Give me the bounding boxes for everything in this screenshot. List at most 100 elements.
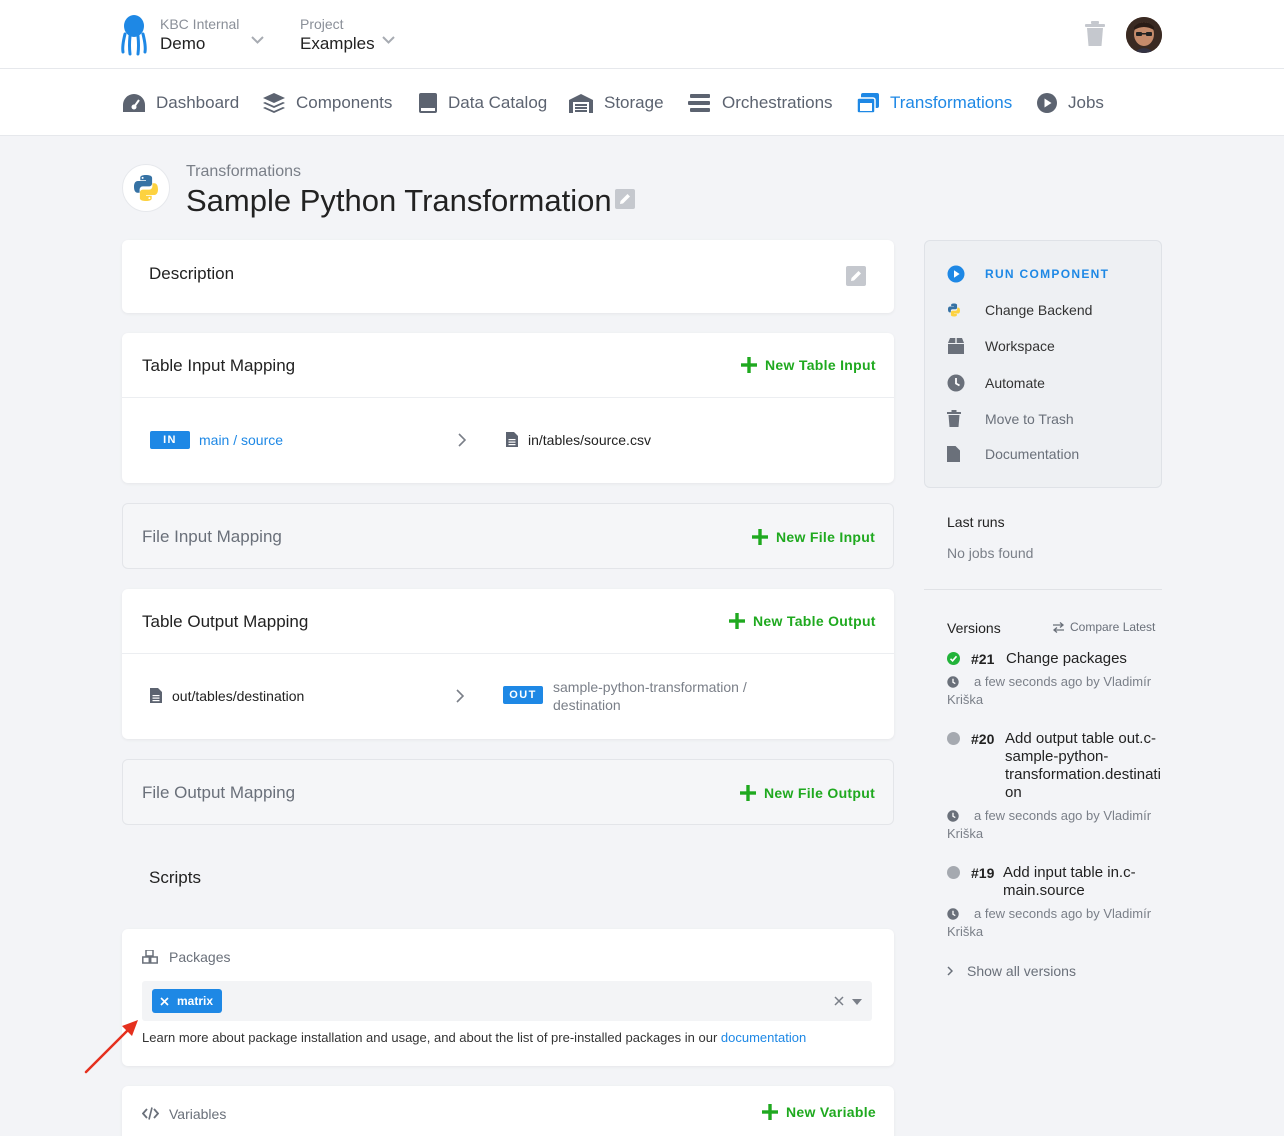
output-destination[interactable]: sample-python-transformation / destinati… <box>553 678 747 714</box>
documentation-link[interactable]: documentation <box>721 1030 806 1045</box>
version-meta-line: a few seconds ago by Vladimír <box>974 906 1151 921</box>
new-table-input-label: New Table Input <box>765 357 876 373</box>
python-icon <box>132 174 160 202</box>
plus-icon <box>729 613 745 629</box>
move-to-trash-label: Move to Trash <box>985 411 1074 427</box>
python-icon <box>947 303 961 317</box>
version-number[interactable]: #21 <box>971 651 994 667</box>
table-input-title: Table Input Mapping <box>142 356 295 376</box>
run-component-button[interactable]: RUN COMPONENT <box>947 265 1109 283</box>
out-badge: OUT <box>503 686 543 704</box>
variables-card: Variables New Variable <box>122 1086 894 1136</box>
file-input-title: File Input Mapping <box>142 527 282 547</box>
plus-icon <box>752 529 768 545</box>
nav-components[interactable]: Components <box>262 91 392 115</box>
version-message-line: Add output table out.c- <box>1005 730 1161 748</box>
exchange-icon <box>1052 622 1065 633</box>
input-destination[interactable]: in/tables/source.csv <box>528 432 651 448</box>
version-message-line: Add input table in.c- <box>1003 864 1136 882</box>
packages-help-text: Learn more about package installation an… <box>142 1030 717 1045</box>
new-table-output-label: New Table Output <box>753 613 876 629</box>
nav-label: Components <box>296 93 392 113</box>
chevron-right-icon <box>947 966 953 976</box>
breadcrumb[interactable]: Transformations <box>186 163 301 181</box>
input-source-link[interactable]: main / source <box>199 432 283 448</box>
version-message-line: Change packages <box>1006 650 1127 668</box>
divider <box>924 589 1162 590</box>
nav-jobs[interactable]: Jobs <box>1036 91 1104 115</box>
chevron-down-icon <box>251 36 264 44</box>
version-message-line: main.source <box>1003 882 1136 900</box>
packages-card: Packages matrix Learn more about package… <box>122 929 894 1066</box>
new-file-output-label: New File Output <box>764 785 875 801</box>
trash-icon[interactable] <box>1084 21 1106 47</box>
divider <box>122 653 894 654</box>
version-message-line: on <box>1005 784 1161 802</box>
plus-icon <box>762 1104 778 1120</box>
main-navigation: Dashboard Components Data Catalog Storag… <box>0 69 1284 136</box>
file-icon <box>150 688 162 703</box>
play-circle-icon <box>1036 92 1058 114</box>
cubes-icon <box>142 950 158 964</box>
nav-storage[interactable]: Storage <box>568 91 664 115</box>
output-destination-line: destination <box>553 696 747 714</box>
version-meta: a few seconds ago by Vladimír Kriška <box>947 673 1162 709</box>
output-source[interactable]: out/tables/destination <box>172 688 304 704</box>
version-number[interactable]: #20 <box>971 731 994 747</box>
automate-button[interactable]: Automate <box>947 374 1045 392</box>
change-backend-label: Change Backend <box>985 302 1092 318</box>
edit-icon[interactable] <box>615 189 635 209</box>
window-icon <box>856 92 880 114</box>
move-to-trash-button[interactable]: Move to Trash <box>947 410 1074 427</box>
clear-icon[interactable] <box>834 996 844 1006</box>
version-status-dot <box>947 652 960 665</box>
file-icon <box>506 432 518 447</box>
run-component-label: RUN COMPONENT <box>985 267 1109 281</box>
user-avatar[interactable] <box>1126 17 1162 53</box>
nav-label: Jobs <box>1068 93 1104 113</box>
compare-latest-button[interactable]: Compare Latest <box>1052 620 1155 634</box>
file-output-title: File Output Mapping <box>142 783 295 803</box>
in-badge: IN <box>150 431 190 449</box>
chevron-down-icon <box>382 36 395 44</box>
compare-latest-label: Compare Latest <box>1070 620 1155 634</box>
nav-transformations[interactable]: Transformations <box>856 91 1012 115</box>
caret-down-icon[interactable] <box>852 999 862 1005</box>
nav-dashboard[interactable]: Dashboard <box>122 91 239 115</box>
package-tag-label: matrix <box>177 994 213 1008</box>
trash-icon <box>947 410 961 427</box>
nav-orchestrations[interactable]: Orchestrations <box>688 91 833 115</box>
plus-icon <box>740 785 756 801</box>
version-message: Add input table in.c- main.source <box>1003 864 1136 900</box>
nav-label: Dashboard <box>156 93 239 113</box>
file-icon <box>947 446 960 462</box>
new-file-output-button[interactable]: New File Output <box>740 785 875 801</box>
chevron-right-icon <box>456 689 464 703</box>
new-file-input-button[interactable]: New File Input <box>752 529 875 545</box>
output-destination-line: sample-python-transformation / <box>553 678 747 696</box>
documentation-button[interactable]: Documentation <box>947 446 1079 462</box>
variables-title: Variables <box>169 1106 226 1122</box>
version-number[interactable]: #19 <box>971 865 994 881</box>
new-variable-button[interactable]: New Variable <box>762 1104 876 1120</box>
dashboard-icon <box>122 93 146 113</box>
new-table-output-button[interactable]: New Table Output <box>729 613 876 629</box>
packages-select[interactable]: matrix <box>142 981 872 1021</box>
nav-data-catalog[interactable]: Data Catalog <box>418 91 547 115</box>
new-table-input-button[interactable]: New Table Input <box>741 357 876 373</box>
keboola-logo-icon[interactable] <box>120 14 148 56</box>
nav-label: Transformations <box>890 93 1012 113</box>
change-backend-button[interactable]: Change Backend <box>947 302 1092 318</box>
packages-help: Learn more about package installation an… <box>142 1030 806 1045</box>
version-message-line: transformation.destinati <box>1005 766 1161 784</box>
workspace-button[interactable]: Workspace <box>947 338 1055 354</box>
page-title: Sample Python Transformation <box>186 183 612 219</box>
layers-icon <box>262 92 286 114</box>
show-all-versions-button[interactable]: Show all versions <box>947 963 1076 979</box>
show-all-versions-label: Show all versions <box>967 963 1076 979</box>
project-switcher[interactable]: Project Examples <box>300 16 400 54</box>
edit-icon[interactable] <box>846 266 866 286</box>
organization-switcher[interactable]: KBC Internal Demo <box>160 16 270 54</box>
remove-tag-icon[interactable] <box>160 997 169 1006</box>
code-icon <box>142 1107 159 1120</box>
